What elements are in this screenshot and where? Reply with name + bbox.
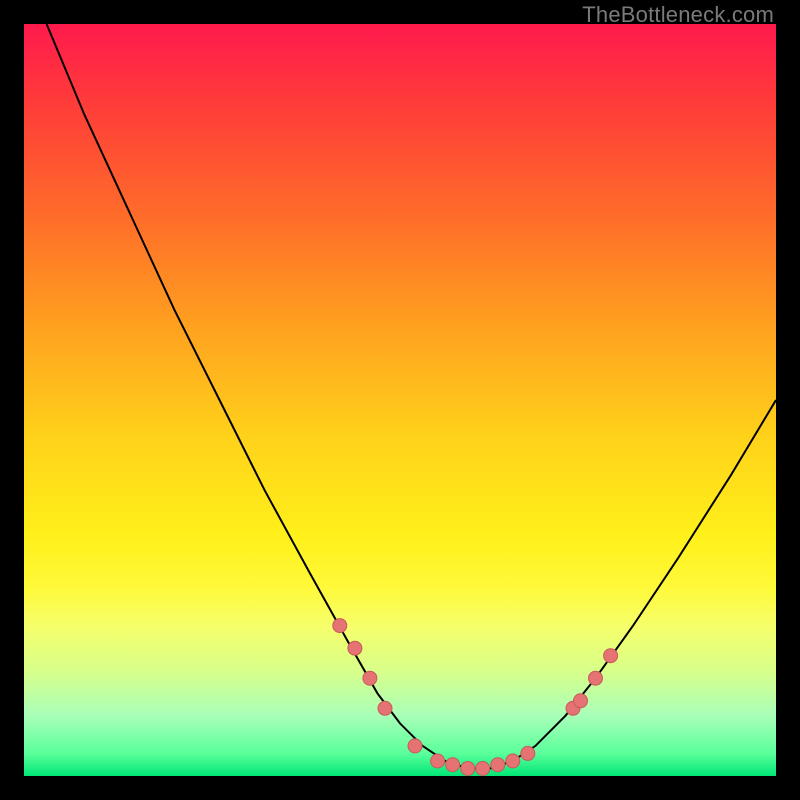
marker-point bbox=[408, 739, 422, 753]
marker-point bbox=[431, 754, 445, 768]
bottleneck-curve bbox=[47, 24, 776, 769]
marker-point bbox=[446, 758, 460, 772]
marker-point bbox=[589, 671, 603, 685]
watermark-text: TheBottleneck.com bbox=[582, 2, 774, 28]
marker-point bbox=[348, 641, 362, 655]
marker-point bbox=[574, 694, 588, 708]
marker-point bbox=[461, 762, 475, 776]
marker-point bbox=[521, 746, 535, 760]
chart-svg bbox=[24, 24, 776, 776]
highlight-markers bbox=[333, 619, 618, 776]
marker-point bbox=[491, 758, 505, 772]
marker-point bbox=[604, 649, 618, 663]
marker-point bbox=[363, 671, 377, 685]
marker-point bbox=[476, 762, 490, 776]
plot-area bbox=[24, 24, 776, 776]
chart-frame: TheBottleneck.com bbox=[0, 0, 800, 800]
marker-point bbox=[333, 619, 347, 633]
marker-point bbox=[506, 754, 520, 768]
marker-point bbox=[378, 701, 392, 715]
